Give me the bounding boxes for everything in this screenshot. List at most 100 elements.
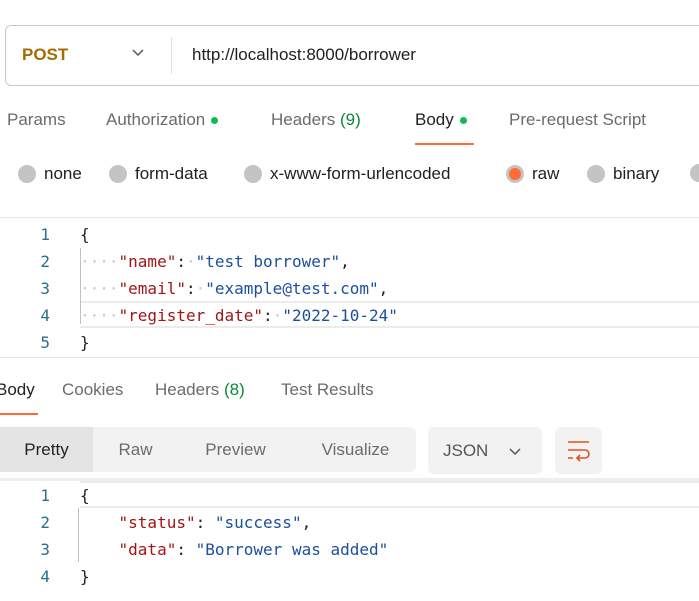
code-line: 3 ····"email":·"example@test.com", — [0, 275, 398, 302]
radio-binary[interactable]: binary — [587, 164, 659, 184]
json-key: "register_date" — [118, 306, 264, 325]
comma: , — [340, 252, 350, 271]
code-line: 4} — [0, 563, 388, 590]
response-body-viewer: 1 {2 "status": "success", 3 "data": "Borro… — [0, 482, 388, 590]
line-number: 1 — [40, 486, 50, 505]
radio-icon — [690, 164, 699, 182]
radio-label: x-www-form-urlencoded — [270, 164, 451, 183]
tab-label: Body — [0, 380, 35, 399]
tab-label: Body — [415, 110, 454, 129]
colon: : — [263, 306, 273, 325]
code-line: 5} — [0, 329, 398, 356]
colon: : — [185, 279, 196, 298]
view-preview[interactable]: Preview — [183, 427, 288, 472]
wrap-lines-button[interactable] — [555, 427, 602, 474]
json-value: "2022-10-24" — [282, 306, 398, 325]
whitespace-marker: · — [195, 279, 206, 298]
wrap-lines-icon — [568, 441, 590, 462]
code-line: 1{ — [0, 221, 398, 248]
json-value: "Borrower was added" — [195, 540, 389, 559]
json-value: "example@test.com" — [205, 279, 379, 298]
view-visualize[interactable]: Visualize — [298, 427, 413, 472]
radio-selected-icon — [506, 165, 524, 183]
radio-icon — [244, 165, 262, 183]
status-dot-icon — [459, 117, 467, 125]
url-input[interactable]: http://localhost:8000/borrower — [192, 45, 416, 65]
chevron-down-icon — [509, 448, 521, 456]
tab-headers[interactable]: Headers (9) — [271, 110, 361, 130]
whitespace-marker: · — [272, 306, 283, 325]
line-number: 5 — [40, 333, 50, 352]
json-key: "data" — [118, 540, 177, 559]
method-select[interactable]: POST — [22, 45, 68, 65]
format-select[interactable]: JSON — [428, 427, 542, 474]
divider — [0, 357, 699, 358]
radio-form-data[interactable]: form-data — [109, 164, 208, 184]
tab-authorization[interactable]: Authorization — [106, 110, 219, 130]
radio-label: form-data — [135, 164, 208, 183]
response-tab-test-results[interactable]: Test Results — [281, 380, 374, 400]
whitespace-marker: ···· — [80, 279, 119, 298]
json-key: "name" — [118, 252, 177, 271]
radio-raw[interactable]: raw — [506, 164, 559, 184]
tab-label: Headers — [271, 110, 336, 129]
code-line: 2 ····"name":·"test borrower", — [0, 248, 398, 275]
radio-icon — [587, 165, 605, 183]
tab-pre-request-script[interactable]: Pre-request Script — [509, 110, 646, 130]
code-text: } — [80, 329, 90, 356]
code-line: 2 "status": "success", — [0, 509, 388, 536]
colon: : — [195, 513, 206, 532]
code-text: ····"register_date":·"2022-10-24" — [80, 302, 398, 329]
response-tab-headers[interactable]: Headers (8) — [155, 380, 245, 400]
tab-params[interactable]: Params — [7, 110, 66, 130]
code-text: "data": "Borrower was added" — [80, 536, 389, 563]
tab-label: Headers — [155, 380, 220, 399]
colon: : — [176, 540, 186, 559]
headers-count: (8) — [224, 380, 245, 399]
code-text: { — [80, 221, 90, 248]
response-tab-body[interactable]: Body — [0, 380, 35, 400]
line-number: 2 — [40, 513, 50, 532]
active-tab-underline — [415, 143, 474, 145]
radio-none[interactable]: none — [18, 164, 82, 184]
line-number: 3 — [40, 540, 50, 559]
comma: , — [378, 279, 389, 298]
json-value: "success" — [214, 513, 302, 532]
brace: { — [80, 486, 90, 505]
json-key: "status" — [118, 513, 196, 532]
tab-label: Authorization — [106, 110, 206, 129]
line-number: 3 — [40, 279, 50, 298]
radio-x-www-form-urlencoded[interactable]: x-www-form-urlencoded — [244, 164, 450, 184]
chevron-down-icon[interactable] — [130, 44, 146, 60]
request-body-editor[interactable]: 1{2 ····"name":·"test borrower", 3 ····"ema… — [0, 221, 398, 356]
view-raw[interactable]: Raw — [93, 427, 178, 472]
tab-label: Cookies — [62, 380, 124, 399]
response-tab-cookies[interactable]: Cookies — [62, 380, 123, 400]
code-text: "status": "success", — [80, 509, 312, 536]
line-number: 2 — [40, 252, 50, 271]
format-label: JSON — [443, 441, 489, 460]
whitespace-marker: · — [185, 252, 196, 271]
code-text: ····"email":·"example@test.com", — [80, 275, 388, 302]
tab-label: Params — [7, 110, 66, 129]
divider — [0, 217, 699, 218]
brace: } — [80, 333, 90, 352]
headers-count: (9) — [340, 110, 361, 129]
view-pretty[interactable]: Pretty — [0, 427, 93, 472]
active-tab-underline — [0, 413, 38, 415]
radio-icon — [18, 165, 36, 183]
radio-icon — [109, 165, 127, 183]
tab-label: Pre-request Script — [509, 110, 646, 129]
whitespace-marker: ···· — [80, 306, 119, 325]
radio-graphql[interactable] — [690, 164, 699, 182]
status-dot-icon — [211, 117, 219, 125]
radio-label: raw — [532, 164, 560, 183]
line-number: 4 — [40, 567, 50, 586]
code-text: { — [80, 482, 90, 509]
tab-body[interactable]: Body — [415, 110, 467, 130]
tab-label: Test Results — [281, 380, 374, 399]
colon: : — [176, 252, 186, 271]
code-text: } — [80, 563, 90, 590]
line-number: 4 — [40, 306, 50, 325]
